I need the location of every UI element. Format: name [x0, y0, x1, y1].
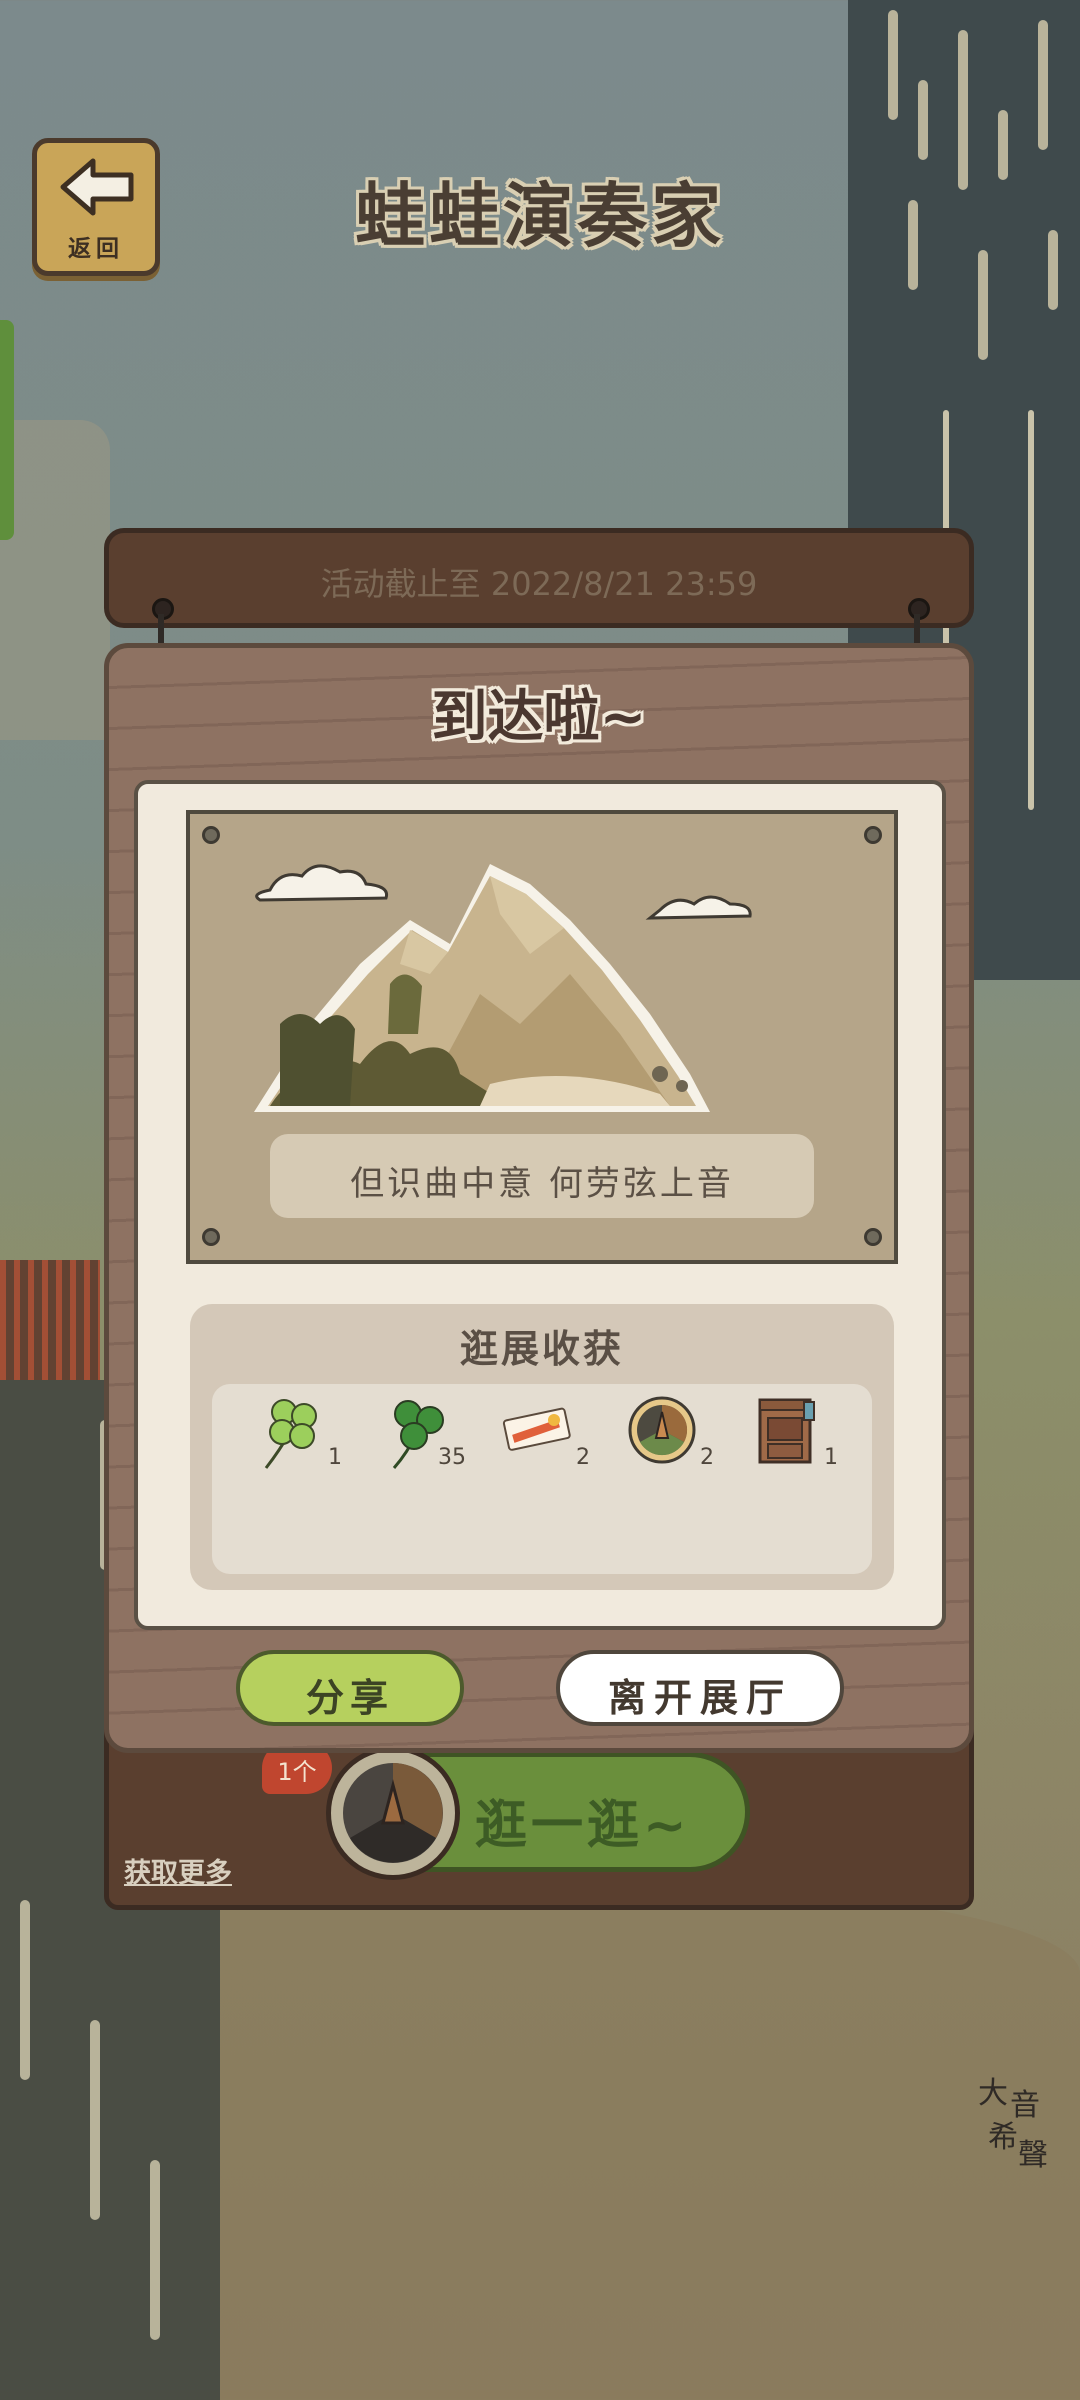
board-title: 到达啦~: [431, 685, 647, 750]
watermark-char: 聲: [1018, 2138, 1048, 2173]
poem-caption: 但识曲中意 何劳弦上音: [270, 1134, 814, 1218]
nail: [864, 1228, 882, 1246]
reward-count: 2: [700, 1445, 714, 1470]
leave-hall-button[interactable]: 离开展厅: [556, 1650, 844, 1726]
get-more-link[interactable]: 获取更多: [124, 1851, 232, 1890]
reward-count: 1: [328, 1445, 342, 1470]
four-leaf-clover-icon: [264, 1399, 317, 1469]
nail: [864, 826, 882, 844]
reward-item: 35: [360, 1390, 470, 1470]
mountain-landscape-illustration: [254, 864, 752, 1112]
reward-item: 1: [732, 1390, 842, 1470]
ticket-icon: [502, 1407, 571, 1451]
event-deadline-text: 活动截止至 2022/8/21 23:59: [320, 565, 758, 603]
rewards-title: 逛展收获: [459, 1327, 624, 1371]
watermark-logo: 大 音 希 聲: [978, 2068, 1058, 2178]
background-rock: [0, 420, 110, 740]
reward-count: 35: [438, 1445, 466, 1470]
compass-plate-icon: [326, 1746, 460, 1880]
watermark-char: 大: [978, 2076, 1008, 2111]
side-tab: [0, 320, 14, 540]
back-arrow-icon: [60, 158, 134, 216]
page-title: 蛙蛙演奏家: [355, 175, 725, 257]
reward-count: 1: [824, 1445, 838, 1470]
reward-item: 2: [484, 1390, 594, 1470]
event-deadline-bar: 活动截止至 2022/8/21 23:59: [104, 528, 974, 628]
visit-button-label: 逛一逛~: [475, 1796, 691, 1856]
nail: [202, 1228, 220, 1246]
reward-count: 2: [576, 1445, 590, 1470]
leave-hall-button-label: 离开展厅: [607, 1676, 792, 1720]
back-button-label: 返回: [68, 236, 124, 262]
watermark-char: 希: [988, 2120, 1018, 2155]
reward-item: 2: [608, 1390, 718, 1470]
back-button[interactable]: 返回: [32, 138, 160, 276]
poem-caption-text: 但识曲中意 何劳弦上音: [350, 1164, 734, 1204]
count-badge-text: 1个: [277, 1758, 317, 1786]
share-button-label: 分享: [305, 1676, 394, 1720]
wooden-cabinet-icon: [758, 1398, 815, 1464]
nail: [202, 826, 220, 844]
reward-item: 1: [236, 1390, 346, 1470]
share-button[interactable]: 分享: [236, 1650, 464, 1726]
exhibit-plate-icon: [628, 1396, 696, 1464]
